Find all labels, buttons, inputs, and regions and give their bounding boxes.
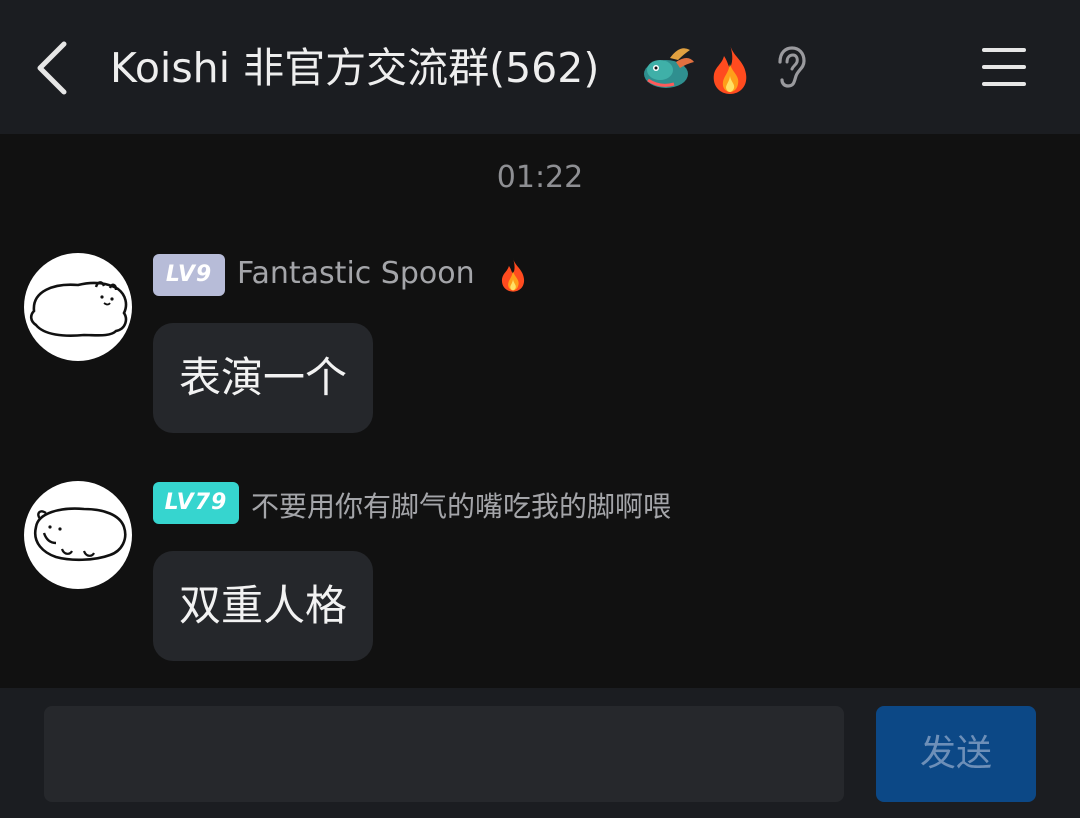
send-button[interactable]: 发送	[876, 706, 1036, 802]
level-badge: LV9	[153, 254, 225, 296]
dragon-icon	[640, 40, 696, 96]
message-bubble[interactable]: 双重人格	[153, 551, 374, 661]
fire-icon	[494, 254, 532, 294]
sender-avatar[interactable]	[24, 253, 132, 361]
message-timestamp: 01:22	[496, 160, 584, 195]
sender-avatar[interactable]	[24, 481, 132, 589]
back-button[interactable]	[30, 38, 80, 98]
chat-header: Koishi 非官方交流群(562)	[0, 0, 1080, 134]
sender-name[interactable]: Fantastic Spoon	[237, 256, 475, 291]
fire-icon	[702, 40, 758, 96]
cat-doodle-avatar	[29, 281, 128, 337]
chat-screen: Koishi 非官方交流群(562) 01:22 LV9 Fantastic S…	[0, 0, 1080, 818]
ear-icon[interactable]	[766, 40, 822, 96]
level-badge: LV79	[153, 482, 239, 524]
message-bubble[interactable]: 表演一个	[153, 323, 374, 433]
sender-name[interactable]: 不要用你有脚气的嘴吃我的脚啊喂	[251, 485, 671, 525]
message-input[interactable]	[44, 706, 844, 802]
cat-doodle-avatar	[33, 507, 127, 562]
chevron-left-icon	[37, 41, 67, 95]
menu-button[interactable]	[980, 44, 1030, 92]
chat-title[interactable]: Koishi 非官方交流群(562)	[110, 40, 599, 96]
hamburger-menu-icon	[982, 48, 1026, 86]
